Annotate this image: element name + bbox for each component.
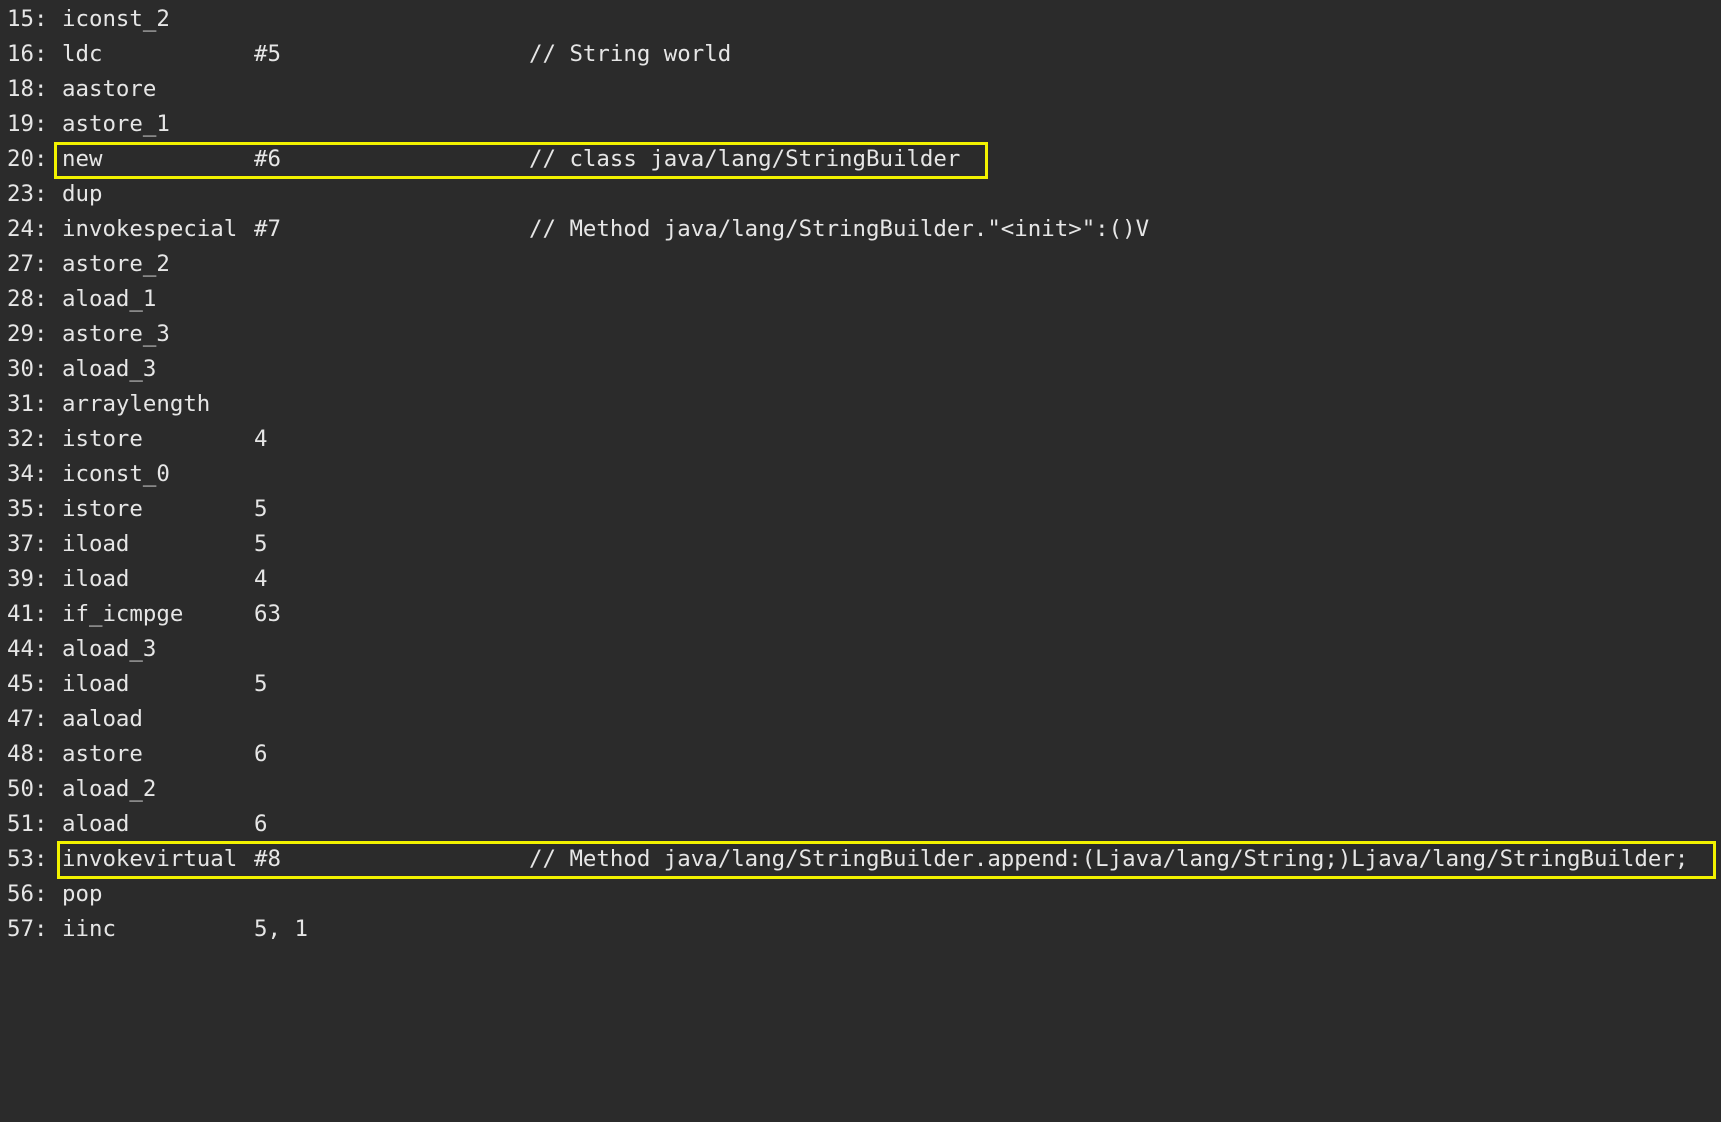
code-line: 57: iinc 5, 1 bbox=[0, 912, 308, 947]
operand: 5 bbox=[254, 496, 268, 522]
opcode: iinc bbox=[62, 916, 116, 942]
operand: 6 bbox=[254, 811, 268, 837]
line-offset: 19: bbox=[7, 111, 48, 137]
opcode: ldc bbox=[62, 41, 103, 67]
code-line: 48: astore 6 bbox=[0, 737, 267, 772]
code-line: 35: istore 5 bbox=[0, 492, 267, 527]
line-offset: 39: bbox=[7, 566, 48, 592]
line-offset: 23: bbox=[7, 181, 48, 207]
operand: #6 bbox=[254, 146, 281, 172]
line-offset: 24: bbox=[7, 216, 48, 242]
code-line: 31: arraylength bbox=[0, 387, 210, 422]
opcode: astore_1 bbox=[62, 111, 170, 137]
opcode: invokespecial bbox=[62, 216, 238, 242]
line-offset: 32: bbox=[7, 426, 48, 452]
code-line: 30: aload_3 bbox=[0, 352, 156, 387]
code-line: 27: astore_2 bbox=[0, 247, 170, 282]
code-line: 56: pop bbox=[0, 877, 102, 912]
opcode: aload_3 bbox=[62, 356, 157, 382]
opcode: aload_2 bbox=[62, 776, 157, 802]
line-offset: 45: bbox=[7, 671, 48, 697]
operand: #5 bbox=[254, 41, 281, 67]
code-line: 41: if_icmpge 63 bbox=[0, 597, 281, 632]
operand: #7 bbox=[254, 216, 281, 242]
line-offset: 28: bbox=[7, 286, 48, 312]
comment: // Method java/lang/StringBuilder."<init… bbox=[529, 216, 1150, 242]
opcode: istore bbox=[62, 496, 143, 522]
line-offset: 44: bbox=[7, 636, 48, 662]
line-offset: 51: bbox=[7, 811, 48, 837]
opcode: aastore bbox=[62, 76, 157, 102]
comment: // String world bbox=[529, 41, 732, 67]
code-line: 51: aload 6 bbox=[0, 807, 267, 842]
line-offset: 37: bbox=[7, 531, 48, 557]
line-offset: 50: bbox=[7, 776, 48, 802]
line-offset: 31: bbox=[7, 391, 48, 417]
opcode: iconst_0 bbox=[62, 461, 170, 487]
code-line: 39: iload 4 bbox=[0, 562, 267, 597]
opcode: aload bbox=[62, 811, 130, 837]
opcode: iload bbox=[62, 566, 130, 592]
code-line: 15: iconst_2 bbox=[0, 2, 170, 37]
operand: 5 bbox=[254, 671, 268, 697]
comment: // Method java/lang/StringBuilder.append… bbox=[529, 846, 1689, 872]
opcode: astore bbox=[62, 741, 143, 767]
opcode: if_icmpge bbox=[62, 601, 184, 627]
line-offset: 47: bbox=[7, 706, 48, 732]
opcode: iload bbox=[62, 531, 130, 557]
opcode: iconst_2 bbox=[62, 6, 170, 32]
opcode: iload bbox=[62, 671, 130, 697]
code-line: 47: aaload bbox=[0, 702, 143, 737]
line-offset: 41: bbox=[7, 601, 48, 627]
opcode: dup bbox=[62, 181, 103, 207]
code-line: 50: aload_2 bbox=[0, 772, 156, 807]
operand: 5 bbox=[254, 531, 268, 557]
operand: 4 bbox=[254, 566, 268, 592]
opcode: istore bbox=[62, 426, 143, 452]
line-offset: 30: bbox=[7, 356, 48, 382]
line-offset: 18: bbox=[7, 76, 48, 102]
code-line: 45: iload 5 bbox=[0, 667, 267, 702]
code-line: 34: iconst_0 bbox=[0, 457, 170, 492]
opcode: new bbox=[62, 146, 103, 172]
line-offset: 35: bbox=[7, 496, 48, 522]
code-line-highlighted: 20: new #6 // class java/lang/StringBuil… bbox=[0, 142, 960, 177]
line-offset: 34: bbox=[7, 461, 48, 487]
bytecode-listing: 15: iconst_2 16: ldc #5 // String world … bbox=[0, 0, 1721, 949]
line-offset: 20: bbox=[7, 146, 48, 172]
line-offset: 56: bbox=[7, 881, 48, 907]
line-offset: 57: bbox=[7, 916, 48, 942]
line-offset: 29: bbox=[7, 321, 48, 347]
code-line: 23: dup bbox=[0, 177, 102, 212]
operand: 4 bbox=[254, 426, 268, 452]
line-offset: 16: bbox=[7, 41, 48, 67]
comment: // class java/lang/StringBuilder bbox=[529, 146, 961, 172]
opcode: pop bbox=[62, 881, 103, 907]
opcode: aload_3 bbox=[62, 636, 157, 662]
line-offset: 27: bbox=[7, 251, 48, 277]
code-line: 29: astore_3 bbox=[0, 317, 170, 352]
code-line: 28: aload_1 bbox=[0, 282, 156, 317]
code-line: 24: invokespecial #7 // Method java/lang… bbox=[0, 212, 1149, 247]
line-offset: 15: bbox=[7, 6, 48, 32]
line-offset: 48: bbox=[7, 741, 48, 767]
opcode: aaload bbox=[62, 706, 143, 732]
opcode: arraylength bbox=[62, 391, 211, 417]
operand: 5, 1 bbox=[254, 916, 308, 942]
code-line: 19: astore_1 bbox=[0, 107, 170, 142]
operand: #8 bbox=[254, 846, 281, 872]
opcode: astore_2 bbox=[62, 251, 170, 277]
operand: 6 bbox=[254, 741, 268, 767]
code-line: 37: iload 5 bbox=[0, 527, 267, 562]
code-line: 44: aload_3 bbox=[0, 632, 156, 667]
code-line-highlighted: 53: invokevirtual #8 // Method java/lang… bbox=[0, 842, 1688, 877]
line-offset: 53: bbox=[7, 846, 48, 872]
opcode: invokevirtual bbox=[62, 846, 238, 872]
opcode: aload_1 bbox=[62, 286, 157, 312]
opcode: astore_3 bbox=[62, 321, 170, 347]
code-line: 18: aastore bbox=[0, 72, 156, 107]
code-line: 16: ldc #5 // String world bbox=[0, 37, 731, 72]
code-line: 32: istore 4 bbox=[0, 422, 267, 457]
operand: 63 bbox=[254, 601, 281, 627]
